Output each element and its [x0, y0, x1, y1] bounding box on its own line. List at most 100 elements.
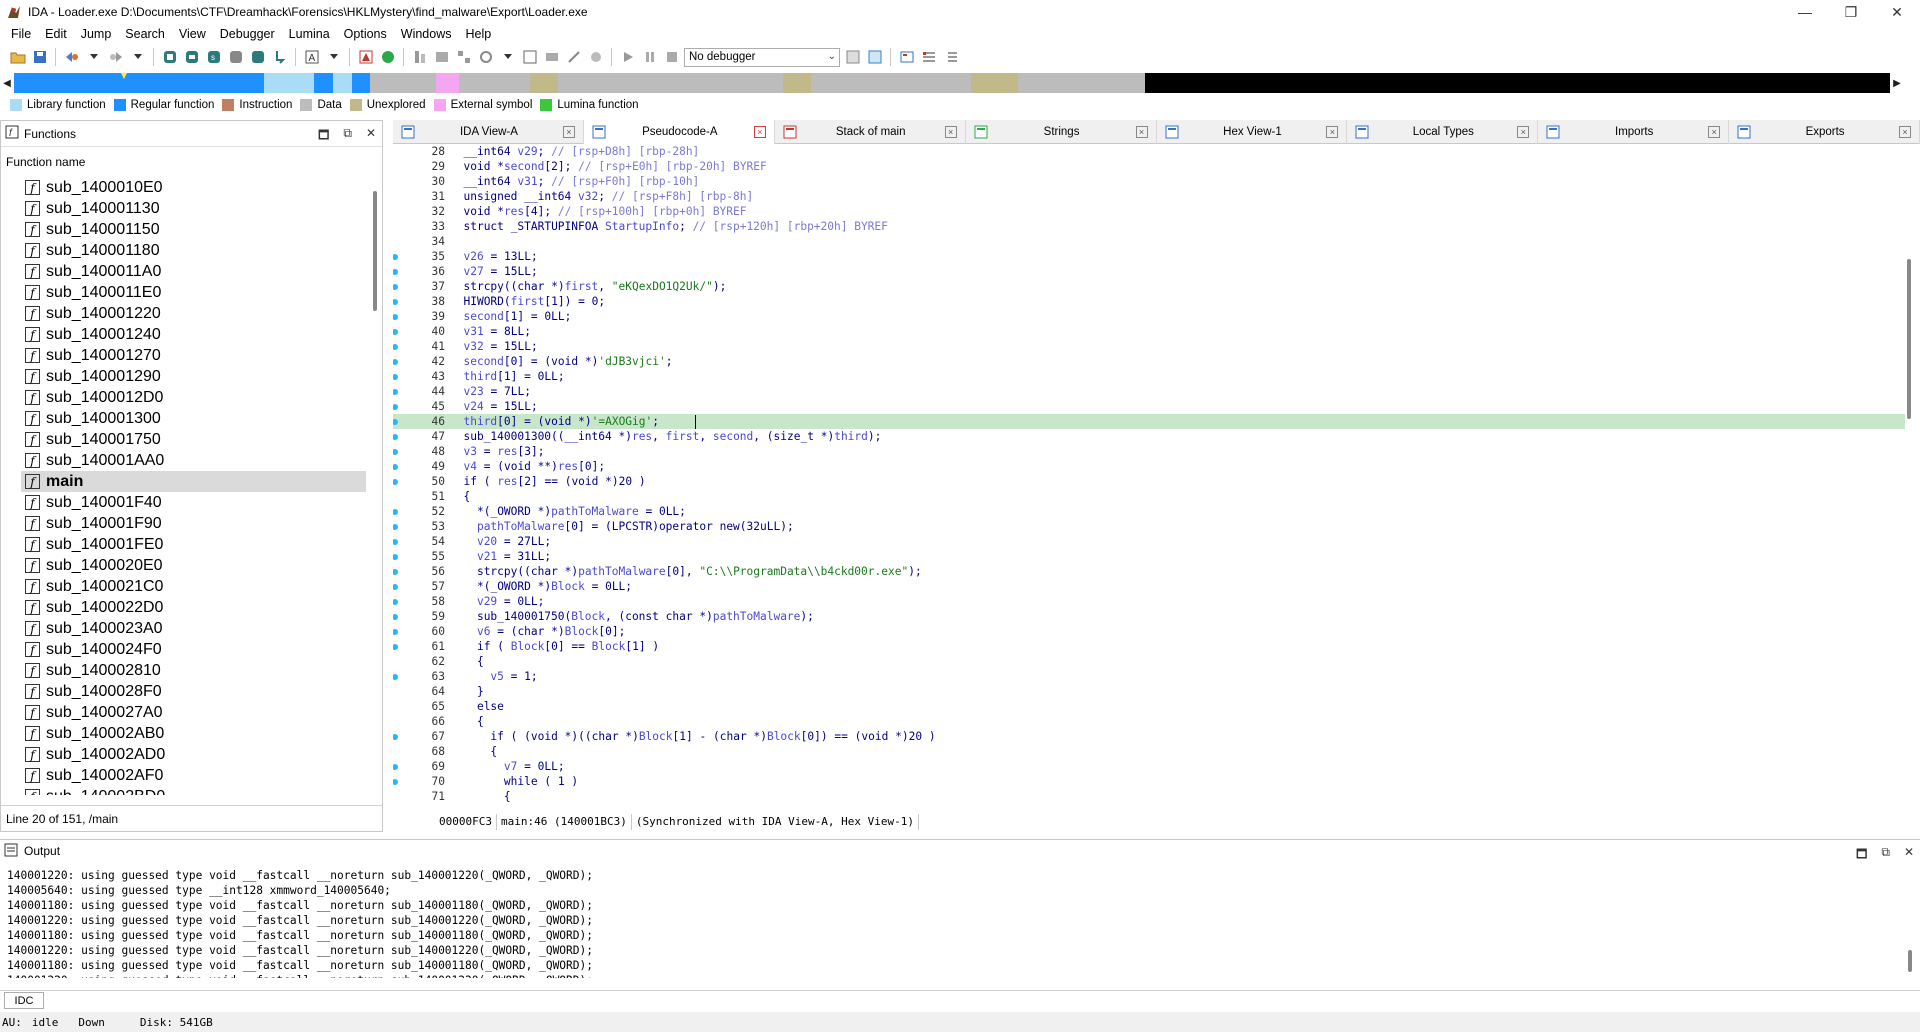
line-marker-dot[interactable] — [393, 374, 398, 380]
line-marker-dot[interactable] — [393, 314, 398, 320]
text-icon[interactable]: A — [302, 48, 321, 67]
array-icon[interactable] — [226, 48, 245, 67]
line-marker-dot[interactable] — [393, 614, 398, 620]
function-list-item[interactable]: f sub_140002AF0 — [21, 765, 366, 786]
code-line[interactable]: 57 *(_OWORD *)Block = 0LL; — [393, 579, 1905, 594]
function-list-item[interactable]: f sub_140001240 — [21, 324, 366, 345]
code-line[interactable]: 41 v32 = 15LL; — [393, 339, 1905, 354]
tab-pseudocode-a[interactable]: Pseudocode-A × — [583, 120, 775, 144]
code-line[interactable]: 35 v26 = 13LL; — [393, 249, 1905, 264]
breakpoint-icon[interactable] — [356, 48, 375, 67]
close-button[interactable]: ✕ — [1874, 0, 1920, 24]
function-list-item[interactable]: f sub_1400027A0 — [21, 702, 366, 723]
line-marker-dot[interactable] — [393, 269, 398, 275]
code-line[interactable]: 60 v6 = (char *)Block[0]; — [393, 624, 1905, 639]
list-icon[interactable] — [919, 48, 938, 67]
code-line[interactable]: 34 — [393, 234, 1905, 249]
tab-stack-of-main[interactable]: Stack of main × — [775, 120, 966, 144]
undefine-icon[interactable] — [248, 48, 267, 67]
pseudocode-view[interactable]: 28 __int64 v29; // [rsp+D8h] [rbp-28h] 29… — [393, 144, 1905, 808]
code-line[interactable]: 67 if ( (void *)((char *)Block[1] - (cha… — [393, 729, 1905, 744]
globe-icon[interactable] — [378, 48, 397, 67]
function-list-item[interactable]: f sub_1400021C0 — [21, 576, 366, 597]
script-icon[interactable] — [564, 48, 583, 67]
tab-imports[interactable]: Imports × — [1538, 120, 1730, 144]
function-list-item[interactable]: f sub_1400020E0 — [21, 555, 366, 576]
line-marker-dot[interactable] — [393, 779, 398, 785]
code-line[interactable]: 68 { — [393, 744, 1905, 759]
save-icon[interactable] — [30, 48, 49, 67]
nav-left-arrow-icon[interactable]: ◀ — [0, 78, 14, 89]
menu-jump[interactable]: Jump — [74, 27, 119, 41]
pause-icon[interactable] — [640, 48, 659, 67]
line-marker-dot[interactable] — [393, 419, 398, 425]
function-list-item[interactable]: f sub_140001F90 — [21, 513, 366, 534]
tab-close-icon[interactable]: × — [1326, 126, 1339, 138]
proximity-icon[interactable] — [432, 48, 451, 67]
code-line[interactable]: 61 if ( Block[0] == Block[1] ) — [393, 639, 1905, 654]
debugger-select[interactable]: No debugger ⌄ — [684, 47, 840, 67]
xrefs-icon[interactable] — [476, 48, 495, 67]
list-alt-icon[interactable] — [941, 48, 960, 67]
function-list-item[interactable]: f sub_140001130 — [21, 198, 366, 219]
function-list-item[interactable]: f sub_140001270 — [21, 345, 366, 366]
navigation-bar[interactable] — [14, 73, 1890, 93]
line-marker-dot[interactable] — [393, 644, 398, 650]
function-list-item[interactable]: f sub_140001FE0 — [21, 534, 366, 555]
dropdown-arrow-icon[interactable] — [324, 48, 343, 67]
string-icon[interactable]: s — [204, 48, 223, 67]
line-marker-dot[interactable] — [393, 674, 398, 680]
line-marker-dot[interactable] — [393, 434, 398, 440]
code-line[interactable]: 71 { — [393, 789, 1905, 804]
code-line[interactable]: 64 } — [393, 684, 1905, 699]
function-list-item[interactable]: f sub_140001290 — [21, 366, 366, 387]
function-list-item[interactable]: f sub_140001750 — [21, 429, 366, 450]
function-list-item[interactable]: f sub_140001180 — [21, 240, 366, 261]
code-line[interactable]: 49 v4 = (void **)res[0]; — [393, 459, 1905, 474]
layout-icon[interactable] — [897, 48, 916, 67]
function-list-item[interactable]: f sub_1400012D0 — [21, 387, 366, 408]
code-line[interactable]: 54 v20 = 27LL; — [393, 534, 1905, 549]
menu-edit[interactable]: Edit — [38, 27, 74, 41]
functions-scrollbar[interactable] — [373, 191, 377, 311]
menu-windows[interactable]: Windows — [394, 27, 459, 41]
tab-close-icon[interactable]: × — [1135, 126, 1148, 138]
code-line[interactable]: 44 v23 = 7LL; — [393, 384, 1905, 399]
tab-close-icon[interactable]: × — [944, 126, 957, 138]
line-marker-dot[interactable] — [393, 344, 398, 350]
line-marker-dot[interactable] — [393, 554, 398, 560]
line-marker-dot[interactable] — [393, 464, 398, 470]
function-list-item[interactable]: f sub_1400024F0 — [21, 639, 366, 660]
data-icon[interactable] — [182, 48, 201, 67]
code-line[interactable]: 33 struct _STARTUPINFOA StartupInfo; // … — [393, 219, 1905, 234]
function-list-item[interactable]: f sub_1400023A0 — [21, 618, 366, 639]
menu-lumina[interactable]: Lumina — [282, 27, 337, 41]
code-line[interactable]: 28 __int64 v29; // [rsp+D8h] [rbp-28h] — [393, 144, 1905, 159]
code-line[interactable]: 29 void *second[2]; // [rsp+E0h] [rbp-20… — [393, 159, 1905, 174]
line-marker-dot[interactable] — [393, 509, 398, 515]
function-list-item[interactable]: f sub_140002AD0 — [21, 744, 366, 765]
patch-icon[interactable] — [542, 48, 561, 67]
panel-close-icon[interactable]: ✕ — [366, 126, 376, 147]
nav-right-arrow-icon[interactable]: ▶ — [1890, 78, 1904, 89]
line-marker-dot[interactable] — [393, 569, 398, 575]
tab-ida-view-a[interactable]: IDA View-A × — [393, 120, 584, 144]
code-line[interactable]: 38 HIWORD(first[1]) = 0; — [393, 294, 1905, 309]
code-line[interactable]: 46 third[0] = (void *)'=AXOGig'; — [393, 414, 1905, 429]
code-line[interactable]: 39 second[1] = 0LL; — [393, 309, 1905, 324]
function-list-item[interactable]: f sub_1400011E0 — [21, 282, 366, 303]
command-input[interactable] — [52, 992, 1920, 1009]
function-list-item[interactable]: f sub_1400028F0 — [21, 681, 366, 702]
code-line[interactable]: 30 __int64 v31; // [rsp+F0h] [rbp-10h] — [393, 174, 1905, 189]
panel-minimize-icon[interactable]: 🗖 — [1856, 845, 1867, 866]
function-list-item[interactable]: f main — [21, 471, 366, 492]
flow-chart-icon[interactable] — [454, 48, 473, 67]
code-line[interactable]: 59 sub_140001750(Block, (const char *)pa… — [393, 609, 1905, 624]
code-line[interactable]: 50 if ( res[2] == (void *)20 ) — [393, 474, 1905, 489]
scrollbar-thumb[interactable] — [1907, 259, 1911, 419]
open-folder-icon[interactable] — [8, 48, 27, 67]
function-list-item[interactable]: f sub_140002AB0 — [21, 723, 366, 744]
run-icon[interactable] — [618, 48, 637, 67]
code-line[interactable]: 40 v31 = 8LL; — [393, 324, 1905, 339]
code-line[interactable]: 53 pathToMalware[0] = (LPCSTR)operator n… — [393, 519, 1905, 534]
